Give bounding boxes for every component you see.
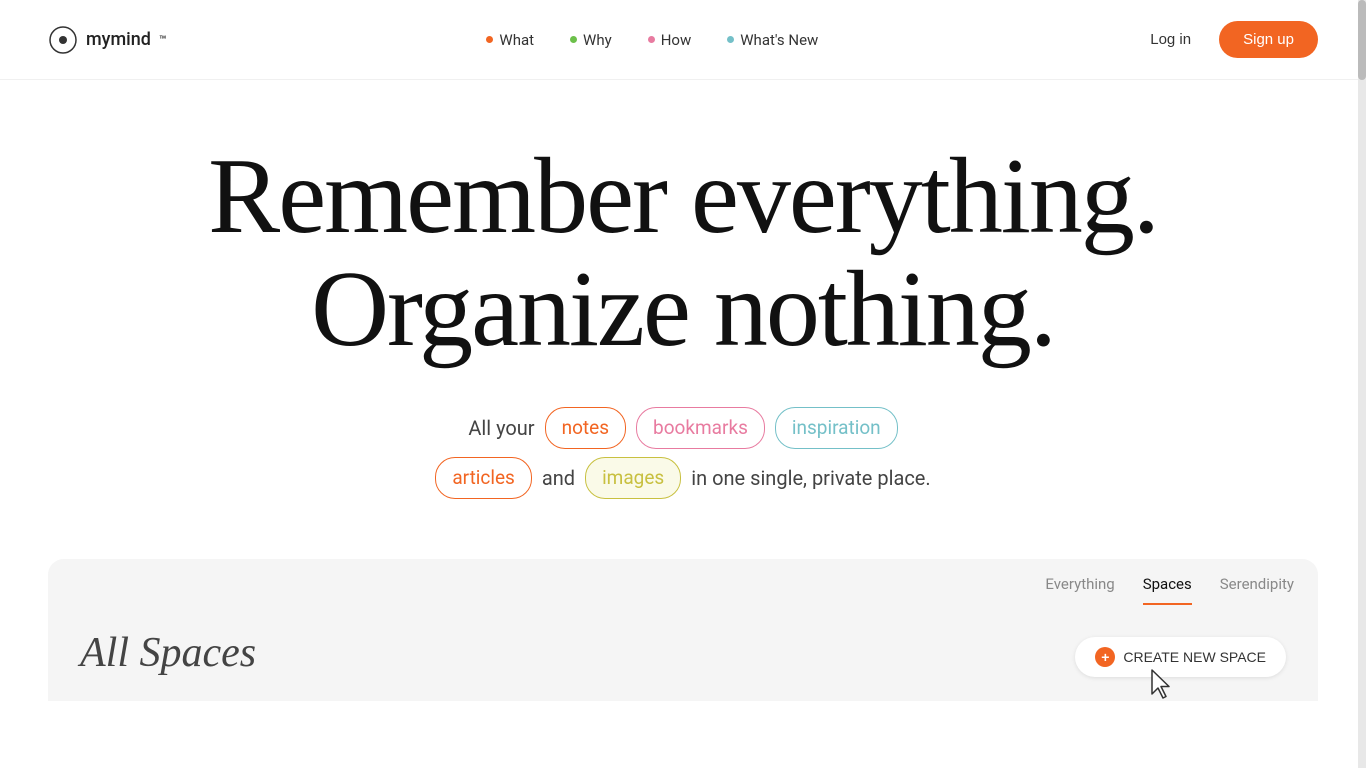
nav-dot-how	[648, 36, 655, 43]
nav-label-why: Why	[583, 31, 612, 49]
nav-label-how: How	[661, 31, 692, 49]
brand-name: mymind	[86, 29, 151, 50]
tab-everything[interactable]: Everything	[1045, 575, 1114, 605]
logo-icon	[48, 25, 78, 55]
nav-dot-what	[486, 36, 493, 43]
tag-notes: notes	[545, 407, 626, 449]
nav-item-how[interactable]: How	[648, 31, 692, 49]
subtext-prefix: All your	[468, 411, 534, 445]
tag-inspiration: inspiration	[775, 407, 898, 449]
tag-articles: articles	[435, 457, 532, 499]
nav-item-why[interactable]: Why	[570, 31, 612, 49]
nav-item-what[interactable]: What	[486, 31, 534, 49]
all-spaces-title: All Spaces	[80, 629, 256, 677]
app-content: All Spaces + CREATE NEW SPACE	[48, 605, 1318, 701]
logo[interactable]: mymind ™	[48, 25, 166, 55]
tag-images: images	[585, 457, 681, 499]
app-preview: Everything Spaces Serendipity All Spaces…	[48, 559, 1318, 701]
hero-subtext-line1: All your notes bookmarks inspiration	[468, 407, 897, 449]
subtext-and: and	[542, 461, 575, 495]
tag-bookmarks: bookmarks	[636, 407, 765, 449]
hero-subtext: All your notes bookmarks inspiration art…	[435, 407, 930, 500]
brand-trademark: ™	[159, 33, 167, 47]
navbar: mymind ™ What Why How What's New Log in S…	[0, 0, 1366, 80]
tab-spaces[interactable]: Spaces	[1143, 575, 1192, 605]
login-button[interactable]: Log in	[1138, 23, 1203, 56]
create-space-button[interactable]: + CREATE NEW SPACE	[1075, 637, 1286, 677]
hero-subtext-line2: articles and images in one single, priva…	[435, 457, 930, 499]
create-space-label: CREATE NEW SPACE	[1123, 649, 1266, 665]
nav-item-whats-new[interactable]: What's New	[727, 31, 818, 49]
tab-serendipity[interactable]: Serendipity	[1220, 575, 1294, 605]
nav-label-whats-new: What's New	[740, 31, 818, 49]
nav-dot-whats-new	[727, 36, 734, 43]
navbar-actions: Log in Sign up	[1138, 21, 1318, 58]
subtext-suffix: in one single, private place.	[691, 461, 930, 495]
hero-headline-line1: Remember everything.	[208, 137, 1158, 256]
nav-label-what: What	[499, 31, 534, 49]
signup-button[interactable]: Sign up	[1219, 21, 1318, 58]
app-tabs: Everything Spaces Serendipity	[48, 559, 1318, 605]
main-nav: What Why How What's New	[486, 31, 818, 49]
create-space-icon: +	[1095, 647, 1115, 667]
nav-dot-why	[570, 36, 577, 43]
hero-headline: Remember everything. Organize nothing.	[208, 140, 1158, 367]
hero-headline-line2: Organize nothing.	[311, 250, 1055, 369]
scrollbar[interactable]	[1358, 0, 1366, 768]
scrollbar-thumb[interactable]	[1358, 0, 1366, 80]
hero-section: Remember everything. Organize nothing. A…	[0, 80, 1366, 539]
